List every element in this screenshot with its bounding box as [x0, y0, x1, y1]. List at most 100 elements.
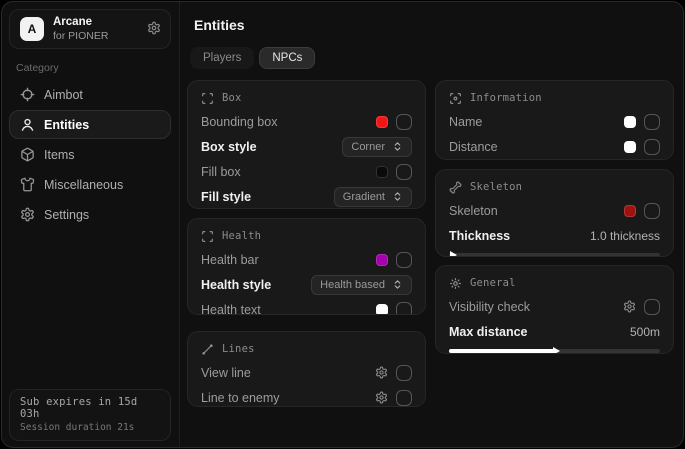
card-header: Information — [449, 91, 660, 105]
view-line-checkbox[interactable] — [396, 365, 412, 381]
row-controls — [624, 114, 660, 130]
bounding-box-color-swatch[interactable] — [376, 116, 388, 128]
dropdown-value: Gradient — [343, 191, 385, 203]
card-header: Skeleton — [449, 180, 660, 194]
health-text-color-swatch[interactable] — [376, 304, 388, 316]
bounding-box-checkbox[interactable] — [396, 114, 412, 130]
package-icon — [20, 147, 35, 162]
card-title: Health — [222, 230, 261, 242]
sidebar-item-label: Miscellaneous — [44, 178, 123, 192]
tab-npcs[interactable]: NPCs — [259, 47, 315, 69]
card-lines: Lines View line Line to enemy — [187, 331, 426, 407]
card-header: Health — [201, 229, 412, 243]
setting-label: Line to enemy — [201, 391, 280, 405]
setting-label: Fill style — [201, 190, 251, 204]
sidebar-item-label: Items — [44, 148, 75, 162]
main-content: Entities Players NPCs Box Bounding box — [187, 9, 676, 440]
setting-label: Name — [449, 115, 482, 129]
sidebar-item-miscellaneous[interactable]: Miscellaneous — [9, 170, 171, 199]
card-health: Health Health bar Health style Health ba… — [187, 218, 426, 315]
card-title: Skeleton — [470, 181, 522, 193]
setting-label: Skeleton — [449, 204, 498, 218]
slider-thumb[interactable] — [450, 251, 457, 257]
name-color-swatch[interactable] — [624, 116, 636, 128]
health-style-dropdown[interactable]: Health based — [311, 275, 412, 295]
slider-thumb[interactable] — [553, 347, 560, 354]
box-select-icon — [201, 92, 214, 105]
setting-row-visibility-check: Visibility check — [449, 298, 660, 315]
row-controls — [376, 114, 412, 130]
brand-logo: A — [20, 17, 44, 41]
sidebar: A Arcane for PIONER Category Aimbot Enti… — [9, 9, 171, 441]
thickness-slider[interactable] — [449, 253, 660, 257]
skeleton-checkbox[interactable] — [644, 203, 660, 219]
fill-box-color-swatch[interactable] — [376, 166, 388, 178]
max-distance-value: 500m — [630, 325, 660, 339]
fill-box-checkbox[interactable] — [396, 164, 412, 180]
crosshair-icon — [20, 87, 35, 102]
setting-label: Max distance — [449, 325, 528, 339]
setting-label: Thickness — [449, 229, 510, 243]
setting-row-name: Name — [449, 113, 660, 130]
gear-icon — [20, 207, 35, 222]
row-controls — [376, 164, 412, 180]
card-header: Box — [201, 91, 412, 105]
sidebar-item-items[interactable]: Items — [9, 140, 171, 169]
gear-icon[interactable] — [375, 366, 388, 379]
health-bar-color-swatch[interactable] — [376, 254, 388, 266]
distance-color-swatch[interactable] — [624, 141, 636, 153]
gear-icon[interactable] — [147, 21, 161, 35]
box-style-dropdown[interactable]: Corner — [342, 137, 412, 157]
row-controls — [623, 299, 660, 315]
sidebar-item-aimbot[interactable]: Aimbot — [9, 80, 171, 109]
scan-eye-icon — [449, 92, 462, 105]
sidebar-item-entities[interactable]: Entities — [9, 110, 171, 139]
row-controls — [375, 390, 412, 406]
card-skeleton: Skeleton Skeleton Thickness 1.0 thicknes… — [435, 169, 674, 257]
line-to-enemy-checkbox[interactable] — [396, 390, 412, 406]
card-title: Lines — [222, 343, 255, 355]
tab-players[interactable]: Players — [190, 47, 254, 69]
sidebar-item-label: Entities — [44, 118, 89, 132]
right-column: Information Name Distance — [435, 80, 674, 354]
skeleton-color-swatch[interactable] — [624, 205, 636, 217]
setting-row-bounding-box: Bounding box — [201, 113, 412, 130]
brand-subtitle: for PIONER — [53, 30, 108, 43]
thickness-value: 1.0 thickness — [590, 229, 660, 243]
sun-icon — [449, 277, 462, 290]
sidebar-item-settings[interactable]: Settings — [9, 200, 171, 229]
bone-icon — [449, 181, 462, 194]
sidebar-divider — [179, 2, 180, 447]
card-information: Information Name Distance — [435, 80, 674, 160]
row-controls — [624, 203, 660, 219]
arcane-window: A Arcane for PIONER Category Aimbot Enti… — [1, 1, 684, 448]
name-checkbox[interactable] — [644, 114, 660, 130]
setting-row-box-style: Box style Corner — [201, 138, 412, 155]
health-text-checkbox[interactable] — [396, 302, 412, 316]
gear-icon[interactable] — [375, 391, 388, 404]
fill-style-dropdown[interactable]: Gradient — [334, 187, 412, 207]
health-bar-checkbox[interactable] — [396, 252, 412, 268]
page-title: Entities — [194, 17, 676, 33]
brand-text: Arcane for PIONER — [53, 15, 108, 43]
card-header: Lines — [201, 342, 412, 356]
card-title: General — [470, 277, 516, 289]
setting-label: Visibility check — [449, 300, 530, 314]
setting-label: View line — [201, 366, 251, 380]
row-controls — [376, 252, 412, 268]
chevrons-up-down-icon — [392, 141, 403, 152]
setting-row-health-text: Health text — [201, 301, 412, 315]
card-box: Box Bounding box Box style Corner — [187, 80, 426, 209]
card-title: Information — [470, 92, 542, 104]
distance-checkbox[interactable] — [644, 139, 660, 155]
setting-row-health-bar: Health bar — [201, 251, 412, 268]
sub-expires-text: Sub expires in 15d 03h — [20, 396, 160, 420]
setting-label: Health style — [201, 278, 271, 292]
setting-row-view-line: View line — [201, 364, 412, 381]
row-controls — [624, 139, 660, 155]
max-distance-slider[interactable] — [449, 349, 660, 353]
gear-icon[interactable] — [623, 300, 636, 313]
line-icon — [201, 343, 214, 356]
subscription-info-card: Sub expires in 15d 03h Session duration … — [9, 389, 171, 441]
visibility-check-checkbox[interactable] — [644, 299, 660, 315]
